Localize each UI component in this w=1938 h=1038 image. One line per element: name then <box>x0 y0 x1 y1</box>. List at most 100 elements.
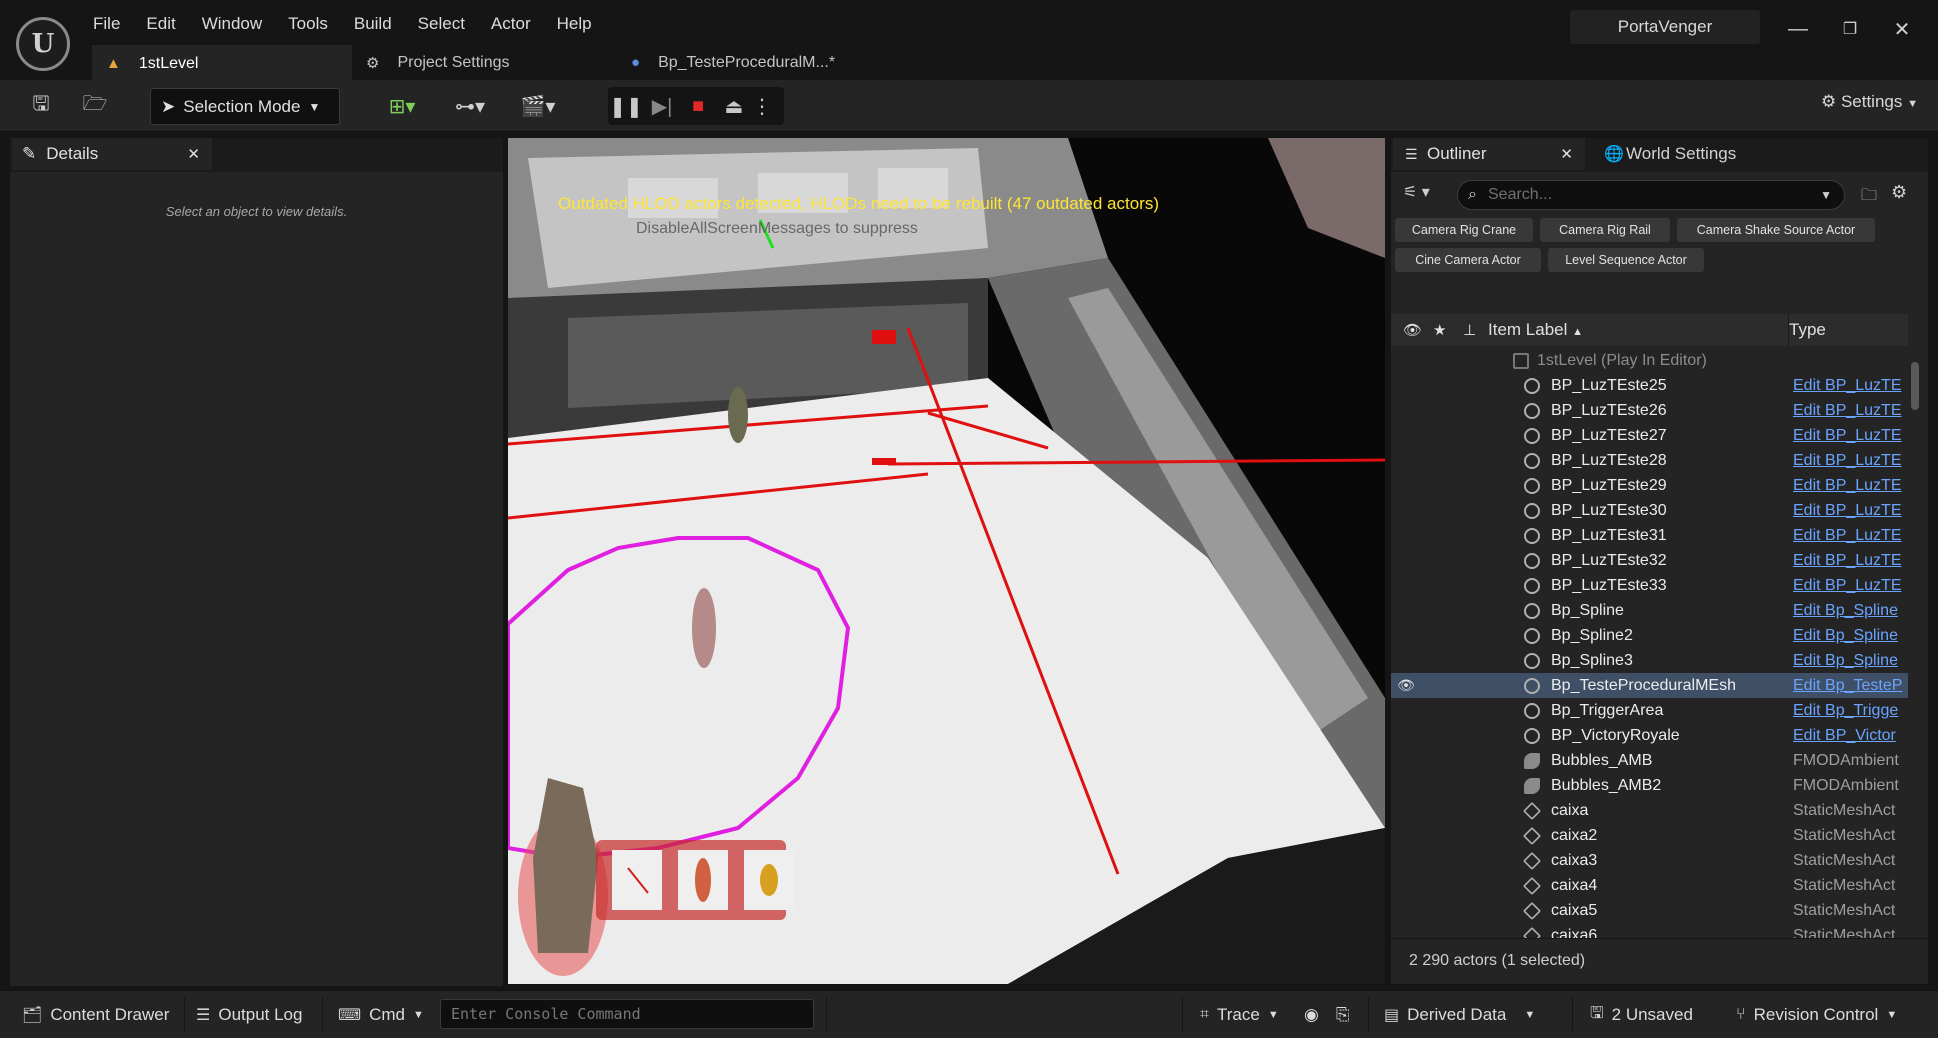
unreal-logo-icon[interactable]: U <box>16 17 70 71</box>
outliner-row[interactable]: BP_LuzTEste27 Edit BP_LuzTE <box>1391 423 1908 448</box>
menu-build[interactable]: Build <box>341 10 405 38</box>
output-log-button[interactable]: ☰ Output Log <box>196 1001 302 1029</box>
pin-column-icon[interactable]: ⊥ <box>1463 321 1476 339</box>
blueprint-menu-icon[interactable]: ⊶▾ <box>446 88 494 124</box>
outliner-row[interactable]: 👁 Bp_TesteProceduralMEsh Edit Bp_TesteP <box>1391 673 1908 698</box>
outliner-row[interactable]: Bp_Spline2 Edit Bp_Spline <box>1391 623 1908 648</box>
unsaved-button[interactable]: 🖫 2 Unsaved <box>1590 1001 1693 1029</box>
filter-icon[interactable]: ⚟ ▾ <box>1403 182 1430 202</box>
menu-help[interactable]: Help <box>544 10 605 38</box>
outliner-row[interactable]: Bp_TriggerArea Edit Bp_Trigge <box>1391 698 1908 723</box>
browse-content-icon[interactable]: 🗁 <box>78 88 112 124</box>
edit-blueprint-link[interactable]: Edit Bp_Spline <box>1793 602 1908 620</box>
chip-level-sequence-actor[interactable]: Level Sequence Actor <box>1548 248 1704 272</box>
menu-select[interactable]: Select <box>405 10 478 38</box>
menu-tools[interactable]: Tools <box>275 10 341 38</box>
menu-window[interactable]: Window <box>189 10 275 38</box>
edit-blueprint-link[interactable]: Edit Bp_Trigge <box>1793 702 1908 720</box>
outliner-row[interactable]: Bp_Spline Edit Bp_Spline <box>1391 598 1908 623</box>
world-settings-tab[interactable]: 🌐 World Settings <box>1596 138 1736 170</box>
add-folder-icon[interactable]: 🗀 <box>1861 184 1877 211</box>
more-options-icon[interactable]: ⋮ <box>752 94 772 119</box>
content-drawer-button[interactable]: 🗂 Content Drawer <box>22 1001 169 1029</box>
chip-camera-rig-crane[interactable]: Camera Rig Crane <box>1395 218 1533 242</box>
outliner-row[interactable]: caixa6 StaticMeshAct <box>1391 923 1908 938</box>
chip-cine-camera-actor[interactable]: Cine Camera Actor <box>1395 248 1541 272</box>
menu-edit[interactable]: Edit <box>133 10 188 38</box>
outliner-row[interactable]: BP_LuzTEste30 Edit BP_LuzTE <box>1391 498 1908 523</box>
outliner-row[interactable]: BP_LuzTEste25 Edit BP_LuzTE <box>1391 373 1908 398</box>
selection-mode-dropdown[interactable]: ➤ Selection Mode ▼ <box>150 88 340 125</box>
edit-blueprint-link[interactable]: Edit Bp_TesteP <box>1793 677 1908 695</box>
restore-icon[interactable]: ❐ <box>1830 12 1870 46</box>
minimize-icon[interactable]: — <box>1778 12 1818 46</box>
outliner-row[interactable]: caixa5 StaticMeshAct <box>1391 898 1908 923</box>
console-command-input[interactable]: Enter Console Command <box>440 999 814 1029</box>
star-column-icon[interactable]: ★ <box>1433 321 1446 339</box>
close-icon[interactable]: ✕ <box>187 145 200 163</box>
outliner-row[interactable]: BP_LuzTEste28 Edit BP_LuzTE <box>1391 448 1908 473</box>
tab-1stlevel[interactable]: ▲ 1stLevel <box>92 45 352 80</box>
outliner-row[interactable]: caixa3 StaticMeshAct <box>1391 848 1908 873</box>
console-placeholder: Enter Console Command <box>451 1005 641 1023</box>
edit-blueprint-link[interactable]: Edit BP_Victor <box>1793 727 1908 745</box>
outliner-row[interactable]: BP_LuzTEste33 Edit BP_LuzTE <box>1391 573 1908 598</box>
level-viewport[interactable]: Outdated HLOD actors detected, HLODs nee… <box>508 138 1385 984</box>
edit-blueprint-link[interactable]: Edit BP_LuzTE <box>1793 552 1908 570</box>
edit-blueprint-link[interactable]: Edit BP_LuzTE <box>1793 377 1908 395</box>
stop-icon[interactable]: ■ <box>680 95 716 118</box>
screenshot-icon[interactable]: ⎘ <box>1336 1001 1350 1029</box>
chip-camera-shake-source-actor[interactable]: Camera Shake Source Actor <box>1677 218 1875 242</box>
edit-blueprint-link[interactable]: Edit Bp_Spline <box>1793 652 1908 670</box>
chip-camera-rig-rail[interactable]: Camera Rig Rail <box>1540 218 1670 242</box>
outliner-row[interactable]: caixa4 StaticMeshAct <box>1391 873 1908 898</box>
outliner-tab[interactable]: ☰ Outliner ✕ <box>1393 138 1585 170</box>
step-forward-icon[interactable]: ▶| <box>644 94 680 119</box>
cmd-dropdown[interactable]: ⌨ Cmd ▼ <box>338 1001 424 1029</box>
menu-actor[interactable]: Actor <box>478 10 544 38</box>
outliner-row[interactable]: Bubbles_AMB2 FMODAmbient <box>1391 773 1908 798</box>
close-icon[interactable]: ✕ <box>1560 145 1573 163</box>
menu-file[interactable]: File <box>80 10 133 38</box>
close-icon[interactable]: ✕ <box>1882 12 1922 46</box>
gear-icon[interactable]: ⚙ <box>1891 182 1907 203</box>
outliner-row[interactable]: BP_LuzTEste29 Edit BP_LuzTE <box>1391 473 1908 498</box>
record-icon[interactable]: ◉ <box>1304 1001 1319 1029</box>
outliner-row[interactable]: BP_VictoryRoyale Edit BP_Victor <box>1391 723 1908 748</box>
derived-data-dropdown[interactable]: ▤ Derived Data ▼ <box>1384 1001 1535 1029</box>
edit-blueprint-link[interactable]: Edit Bp_Spline <box>1793 627 1908 645</box>
edit-blueprint-link[interactable]: Edit BP_LuzTE <box>1793 427 1908 445</box>
chevron-down-icon[interactable]: ▼ <box>1820 188 1832 202</box>
col-item-label[interactable]: Item Label ▲ <box>1488 320 1583 340</box>
trace-dropdown[interactable]: ⌗ Trace ▼ <box>1200 1001 1279 1029</box>
edit-blueprint-link[interactable]: Edit BP_LuzTE <box>1793 477 1908 495</box>
outliner-row[interactable]: caixa2 StaticMeshAct <box>1391 823 1908 848</box>
outliner-row[interactable]: caixa StaticMeshAct <box>1391 798 1908 823</box>
edit-blueprint-link[interactable]: Edit BP_LuzTE <box>1793 502 1908 520</box>
eject-icon[interactable]: ⏏ <box>716 94 752 119</box>
outliner-search-input[interactable]: ⌕ Search... ▼ <box>1457 180 1845 210</box>
settings-button[interactable]: ⚙ Settings ▼ <box>1821 92 1918 112</box>
outliner-scrollbar[interactable] <box>1911 362 1919 410</box>
add-actor-icon[interactable]: ⊞▾ <box>378 88 426 124</box>
cinematics-icon[interactable]: 🎬▾ <box>514 88 562 124</box>
edit-blueprint-link[interactable]: Edit BP_LuzTE <box>1793 452 1908 470</box>
visibility-column-icon[interactable]: 👁 <box>1403 321 1422 339</box>
details-tab[interactable]: ✎ Details ✕ <box>12 138 212 170</box>
outliner-row[interactable]: BP_LuzTEste32 Edit BP_LuzTE <box>1391 548 1908 573</box>
edit-blueprint-link[interactable]: Edit BP_LuzTE <box>1793 577 1908 595</box>
tab-project-settings[interactable]: ⚙ Project Settings <box>352 45 617 80</box>
outliner-row[interactable]: Bubbles_AMB FMODAmbient <box>1391 748 1908 773</box>
pause-icon[interactable]: ❚❚ <box>608 94 644 119</box>
outliner-row[interactable]: BP_LuzTEste26 Edit BP_LuzTE <box>1391 398 1908 423</box>
revision-control-dropdown[interactable]: ⑂ Revision Control ▼ <box>1736 1001 1897 1029</box>
edit-blueprint-link[interactable]: Edit BP_LuzTE <box>1793 402 1908 420</box>
col-type[interactable]: Type <box>1789 320 1826 340</box>
edit-blueprint-link[interactable]: Edit BP_LuzTE <box>1793 527 1908 545</box>
save-icon[interactable]: 🖫 <box>24 88 58 124</box>
outliner-row[interactable]: Bp_Spline3 Edit Bp_Spline <box>1391 648 1908 673</box>
outliner-row[interactable]: BP_LuzTEste31 Edit BP_LuzTE <box>1391 523 1908 548</box>
visibility-eye-icon[interactable]: 👁 <box>1395 677 1417 694</box>
level-row[interactable]: 1stLevel (Play In Editor) <box>1391 348 1908 373</box>
tab-bp-teste-procedural[interactable]: ● Bp_TesteProceduralM...* <box>617 45 887 80</box>
